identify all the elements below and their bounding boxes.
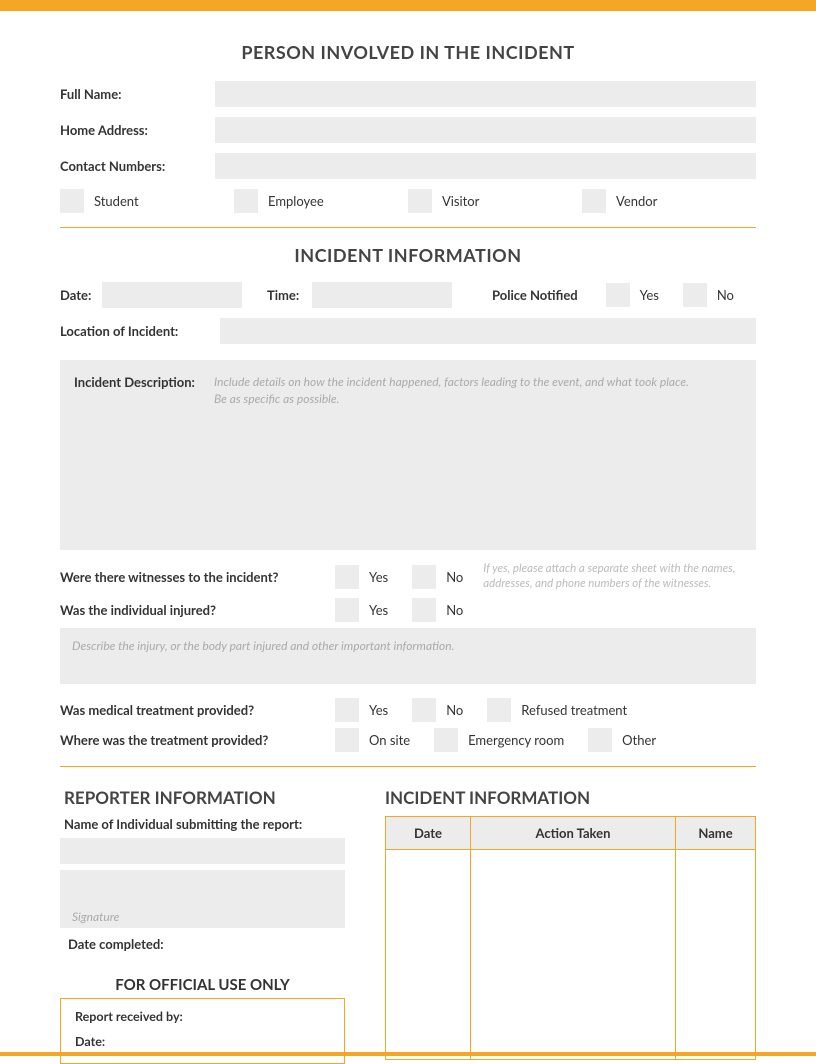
label-incident-description: Incident Description: xyxy=(74,374,214,536)
checkbox-medical-no[interactable] xyxy=(412,698,436,722)
row-full-name: Full Name: xyxy=(60,81,756,107)
th-action: Action Taken xyxy=(471,816,676,849)
table-row xyxy=(386,849,756,1059)
label-received-by: Report received by: xyxy=(75,1009,330,1024)
label-medical-no: No xyxy=(446,702,463,718)
checkbox-other[interactable] xyxy=(588,728,612,752)
checkbox-medical-yes[interactable] xyxy=(335,698,359,722)
label-time: Time: xyxy=(267,287,312,303)
label-onsite: On site xyxy=(369,732,410,748)
checkbox-onsite[interactable] xyxy=(335,728,359,752)
checkbox-injured-no[interactable] xyxy=(412,598,436,622)
th-date: Date xyxy=(386,816,471,849)
incident-description-box[interactable]: Incident Description: Include details on… xyxy=(60,360,756,550)
label-full-name: Full Name: xyxy=(60,86,215,102)
input-date[interactable] xyxy=(102,282,242,308)
checkbox-witness-yes[interactable] xyxy=(335,565,359,589)
divider-2 xyxy=(60,766,756,767)
label-official-date: Date: xyxy=(75,1034,330,1049)
label-employee: Employee xyxy=(268,193,324,209)
injury-hint: Describe the injury, or the body part in… xyxy=(72,638,744,653)
label-police-no: No xyxy=(717,287,734,303)
bottom-accent-bar xyxy=(0,1052,816,1056)
label-contact-numbers: Contact Numbers: xyxy=(60,158,215,174)
section-title-person: PERSON INVOLVED IN THE INCIDENT xyxy=(60,41,756,63)
bottom-columns: REPORTER INFORMATION Name of Individual … xyxy=(60,787,756,1064)
input-reporter-name[interactable] xyxy=(60,838,345,864)
reporter-title: REPORTER INFORMATION xyxy=(64,787,345,808)
label-other: Other xyxy=(622,732,656,748)
incident-table-title: INCIDENT INFORMATION xyxy=(385,787,756,808)
input-location[interactable] xyxy=(220,318,756,344)
witness-hint: If yes, please attach a separate sheet w… xyxy=(483,562,756,592)
label-injured-yes: Yes xyxy=(369,602,388,618)
checkbox-police-yes[interactable] xyxy=(606,283,630,307)
cell-date[interactable] xyxy=(386,849,471,1059)
input-full-name[interactable] xyxy=(215,81,756,107)
label-date: Date: xyxy=(60,287,102,303)
th-name: Name xyxy=(676,816,756,849)
label-medical-yes: Yes xyxy=(369,702,388,718)
checkbox-refused[interactable] xyxy=(487,698,511,722)
label-where-q: Where was the treatment provided? xyxy=(60,732,335,748)
incident-table-column: INCIDENT INFORMATION Date Action Taken N… xyxy=(385,787,756,1064)
label-reporter-name: Name of Individual submitting the report… xyxy=(64,816,345,832)
checkbox-er[interactable] xyxy=(434,728,458,752)
label-injured-q: Was the individual injured? xyxy=(60,602,335,618)
label-witnesses-q: Were there witnesses to the incident? xyxy=(60,569,335,585)
label-police-yes: Yes xyxy=(640,287,659,303)
reporter-column: REPORTER INFORMATION Name of Individual … xyxy=(60,787,345,1064)
role-vendor: Vendor xyxy=(582,189,756,213)
row-medical-treatment: Was medical treatment provided? Yes No R… xyxy=(60,698,756,722)
checkbox-visitor[interactable] xyxy=(408,189,432,213)
row-contact-numbers: Contact Numbers: xyxy=(60,153,756,179)
label-medical-q: Was medical treatment provided? xyxy=(60,702,335,718)
label-police-notified: Police Notified xyxy=(492,287,578,303)
role-student: Student xyxy=(60,189,234,213)
cell-name[interactable] xyxy=(676,849,756,1059)
role-visitor: Visitor xyxy=(408,189,582,213)
checkbox-injured-yes[interactable] xyxy=(335,598,359,622)
form-page: PERSON INVOLVED IN THE INCIDENT Full Nam… xyxy=(0,41,816,1064)
label-er: Emergency room xyxy=(468,732,564,748)
label-witness-no: No xyxy=(446,569,463,585)
cell-action[interactable] xyxy=(471,849,676,1059)
checkbox-student[interactable] xyxy=(60,189,84,213)
row-injured: Was the individual injured? Yes No xyxy=(60,598,756,622)
checkbox-employee[interactable] xyxy=(234,189,258,213)
checkbox-vendor[interactable] xyxy=(582,189,606,213)
injury-description-box[interactable]: Describe the injury, or the body part in… xyxy=(60,628,756,684)
label-student: Student xyxy=(94,193,139,209)
desc-hint-2: Be as specific as possible. xyxy=(214,391,689,408)
label-date-completed: Date completed: xyxy=(68,936,345,952)
label-refused: Refused treatment xyxy=(521,702,627,718)
role-checkboxes: Student Employee Visitor Vendor xyxy=(60,189,756,213)
input-contact-numbers[interactable] xyxy=(215,153,756,179)
divider-1 xyxy=(60,227,756,228)
checkbox-witness-no[interactable] xyxy=(412,565,436,589)
input-home-address[interactable] xyxy=(215,117,756,143)
row-treatment-location: Where was the treatment provided? On sit… xyxy=(60,728,756,752)
label-visitor: Visitor xyxy=(442,193,479,209)
label-home-address: Home Address: xyxy=(60,122,215,138)
row-home-address: Home Address: xyxy=(60,117,756,143)
official-title: FOR OFFICIAL USE ONLY xyxy=(60,976,345,994)
top-accent-bar xyxy=(0,0,816,11)
signature-box[interactable]: Signature xyxy=(60,870,345,928)
label-location: Location of Incident: xyxy=(60,323,220,339)
label-vendor: Vendor xyxy=(616,193,657,209)
row-date-time-police: Date: Time: Police Notified Yes No xyxy=(60,282,756,308)
incident-table: Date Action Taken Name xyxy=(385,816,756,1060)
input-time[interactable] xyxy=(312,282,452,308)
checkbox-police-no[interactable] xyxy=(683,283,707,307)
desc-hint-1: Include details on how the incident happ… xyxy=(214,374,689,391)
label-witness-yes: Yes xyxy=(369,569,388,585)
row-witnesses: Were there witnesses to the incident? Ye… xyxy=(60,562,756,592)
label-injured-no: No xyxy=(446,602,463,618)
role-employee: Employee xyxy=(234,189,408,213)
incident-description-hint: Include details on how the incident happ… xyxy=(214,374,689,536)
row-location: Location of Incident: xyxy=(60,318,756,344)
label-signature: Signature xyxy=(72,909,119,924)
section-title-incident: INCIDENT INFORMATION xyxy=(60,244,756,266)
